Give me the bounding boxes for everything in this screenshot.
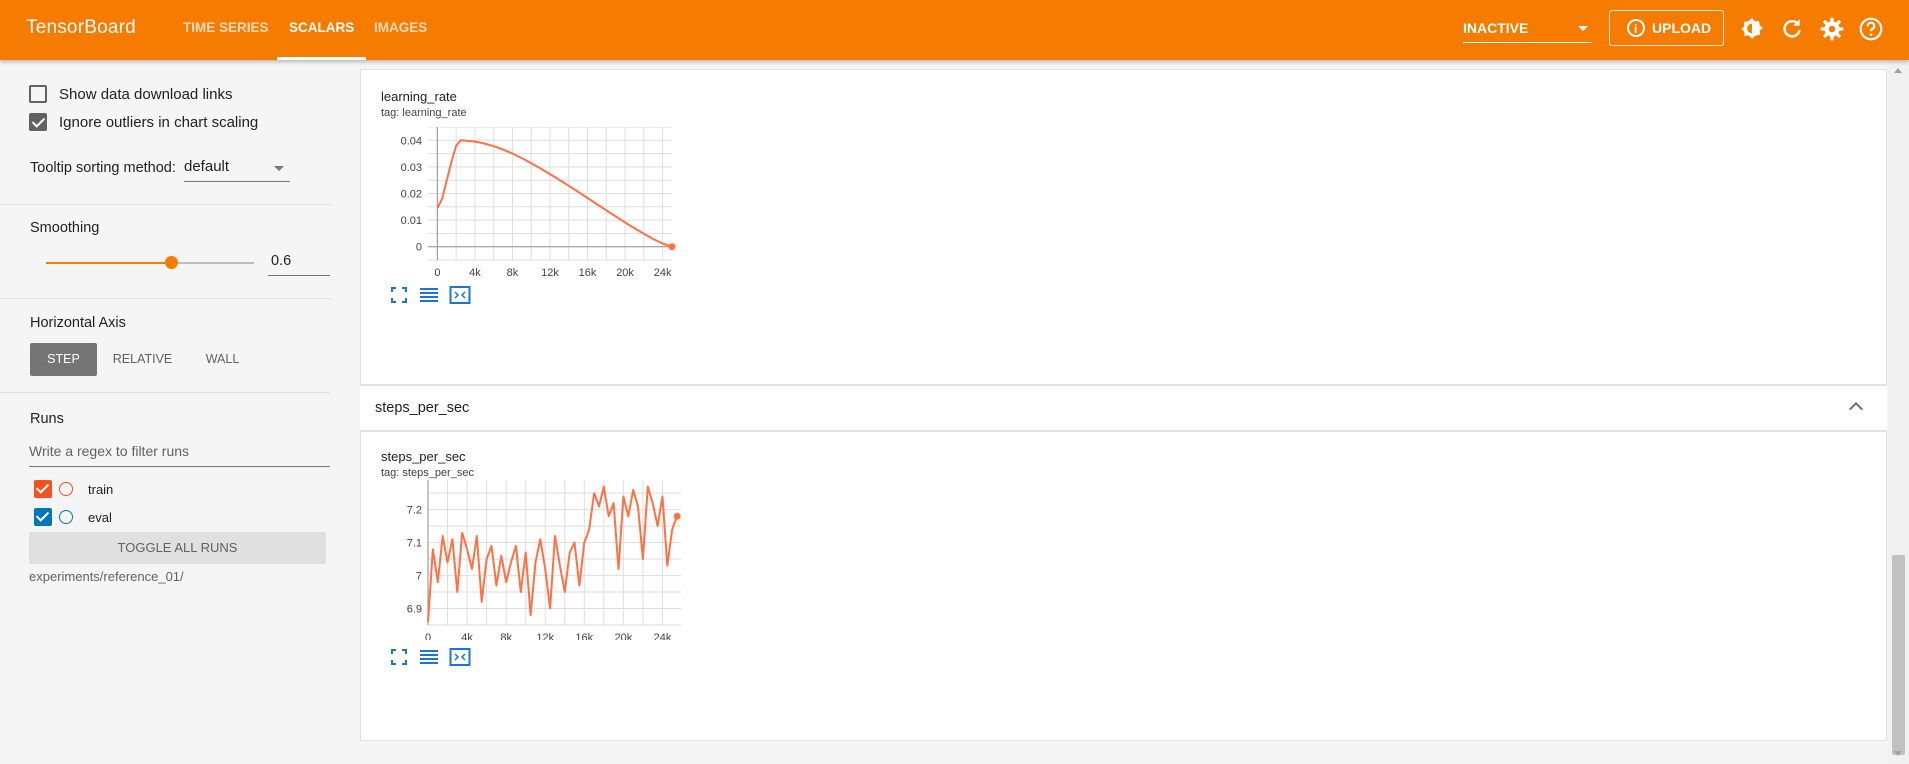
run-name-eval: eval: [88, 509, 112, 525]
caret-down-icon: [274, 166, 284, 171]
tag-group-title: steps_per_sec: [375, 400, 470, 416]
x-tick-label: 8k: [507, 267, 519, 277]
top-app-bar: TensorBoard Time Series Scalars Images I…: [0, 0, 1909, 60]
data-table-icon[interactable]: [418, 647, 440, 667]
horizontal-axis-label: Horizontal Axis: [30, 315, 126, 331]
toggle-all-runs-button[interactable]: Toggle all runs: [29, 532, 326, 564]
axis-step-button[interactable]: Step: [30, 343, 97, 376]
status-value: INACTIVE: [1463, 20, 1529, 36]
y-tick-label: 0.04: [401, 135, 422, 147]
y-tick-label: 0.01: [401, 215, 422, 227]
y-tick-label: 7.2: [407, 505, 422, 517]
chart-title: steps_per_sec: [381, 449, 466, 464]
y-tick-label: 0.02: [401, 189, 422, 201]
x-tick-label: 12k: [541, 267, 559, 277]
run-item-eval[interactable]: eval: [34, 507, 112, 527]
smoothing-slider[interactable]: [46, 256, 254, 269]
smoothing-label: Smoothing: [30, 220, 100, 236]
run-item-train[interactable]: train: [34, 479, 113, 499]
smoothing-slider-fill: [46, 262, 171, 264]
tooltip-sorting-value: default: [184, 158, 230, 175]
learning-rate-card: learning_rate tag: learning_rate 0 4k 8k 12…: [360, 69, 1887, 385]
reload-status-select[interactable]: INACTIVE: [1463, 15, 1592, 43]
upload-button[interactable]: UPLOAD: [1609, 10, 1724, 46]
ignore-outliers-label: Ignore outliers in chart scaling: [59, 113, 259, 131]
color-swatch-icon[interactable]: [59, 510, 73, 524]
data-table-icon[interactable]: [418, 285, 440, 305]
y-tick-label: 0: [416, 242, 422, 254]
settings-gear-icon[interactable]: [1819, 16, 1845, 42]
x-tick-label: 8k: [500, 632, 512, 640]
vertical-scrollbar[interactable]: [1888, 60, 1909, 764]
app-title: TensorBoard: [26, 17, 136, 38]
tooltip-sorting-label: Tooltip sorting method:: [30, 160, 176, 176]
tab-scalars[interactable]: Scalars: [277, 0, 367, 60]
x-tick-label: 16k: [579, 267, 597, 277]
fit-domain-icon[interactable]: [449, 647, 471, 667]
learning-rate-chart[interactable]: 0 4k 8k 12k 16k 20k 24k 0 0.01 0.02 0.03 0.04: [381, 127, 681, 277]
run-checkbox-eval[interactable]: [34, 508, 52, 526]
run-checkbox-train[interactable]: [34, 480, 52, 498]
series-line: [427, 485, 679, 622]
show-download-links-toggle[interactable]: Show data download links: [29, 83, 232, 105]
axis-wall-button[interactable]: Wall: [189, 343, 256, 376]
axis-relative-button[interactable]: Relative: [104, 343, 181, 376]
scroll-up-arrow-icon[interactable]: [1894, 68, 1902, 73]
checkbox-unchecked[interactable]: [29, 85, 47, 103]
x-tick-label: 12k: [536, 632, 554, 640]
smoothing-value-input[interactable]: 0.6: [268, 250, 330, 276]
y-tick-label: 6.9: [407, 604, 422, 616]
runs-label: Runs: [30, 411, 64, 427]
run-filter-input[interactable]: Write a regex to filter runs: [29, 440, 330, 467]
dark-mode-icon[interactable]: [1739, 16, 1765, 42]
scroll-down-arrow-icon[interactable]: [1894, 751, 1902, 756]
ignore-outliers-toggle[interactable]: Ignore outliers in chart scaling: [29, 111, 258, 133]
x-tick-label: 20k: [616, 267, 634, 277]
steps-per-sec-card: steps_per_sec tag: steps_per_sec 0 4k 8k 12…: [360, 431, 1887, 741]
x-tick-label: 0: [425, 632, 431, 640]
x-tick-label: 24k: [654, 632, 672, 640]
caret-down-icon: [1578, 26, 1588, 31]
checkbox-checked[interactable]: [29, 113, 47, 131]
fullscreen-icon[interactable]: [388, 285, 410, 305]
y-tick-label: 7.1: [407, 538, 422, 550]
sidebar: Show data download links Ignore outliers…: [0, 60, 360, 764]
series-last-point: [668, 243, 676, 251]
upload-label: UPLOAD: [1652, 20, 1712, 36]
chart-tag: tag: steps_per_sec: [381, 467, 474, 479]
run-name-train: train: [88, 481, 114, 497]
show-download-links-label: Show data download links: [59, 85, 233, 103]
color-swatch-icon[interactable]: [59, 482, 73, 496]
scroll-thumb[interactable]: [1892, 555, 1905, 755]
main-content: learning_rate tag: learning_rate 0 4k 8k 12…: [360, 60, 1888, 764]
fit-domain-icon[interactable]: [449, 285, 471, 305]
chevron-up-icon[interactable]: [1848, 401, 1864, 417]
y-tick-label: 0.03: [401, 162, 422, 174]
x-tick-label: 4k: [461, 632, 473, 640]
series-last-point: [673, 512, 681, 520]
info-icon: [1627, 12, 1645, 46]
x-tick-label: 4k: [469, 267, 481, 277]
chart-title: learning_rate: [381, 89, 457, 104]
steps-per-sec-chart[interactable]: 0 4k 8k 12k 16k 20k 24k 6.9 7 7.1 7.2: [381, 480, 681, 640]
logdir-path: experiments/reference_01/: [29, 569, 184, 584]
refresh-icon[interactable]: [1779, 16, 1805, 42]
x-tick-label: 20k: [615, 632, 633, 640]
tab-images[interactable]: Images: [362, 0, 439, 60]
chart-tag: tag: learning_rate: [381, 107, 467, 119]
y-tick-label: 7: [416, 571, 422, 583]
tooltip-sorting-select[interactable]: default: [184, 156, 290, 182]
fullscreen-icon[interactable]: [388, 647, 410, 667]
smoothing-slider-thumb[interactable]: [164, 256, 178, 269]
x-tick-label: 0: [434, 267, 440, 277]
tab-time-series[interactable]: Time Series: [171, 0, 281, 60]
x-tick-label: 24k: [654, 267, 672, 277]
x-tick-label: 16k: [575, 632, 593, 640]
help-icon[interactable]: [1858, 16, 1884, 42]
tag-group-header[interactable]: steps_per_sec: [360, 385, 1887, 431]
